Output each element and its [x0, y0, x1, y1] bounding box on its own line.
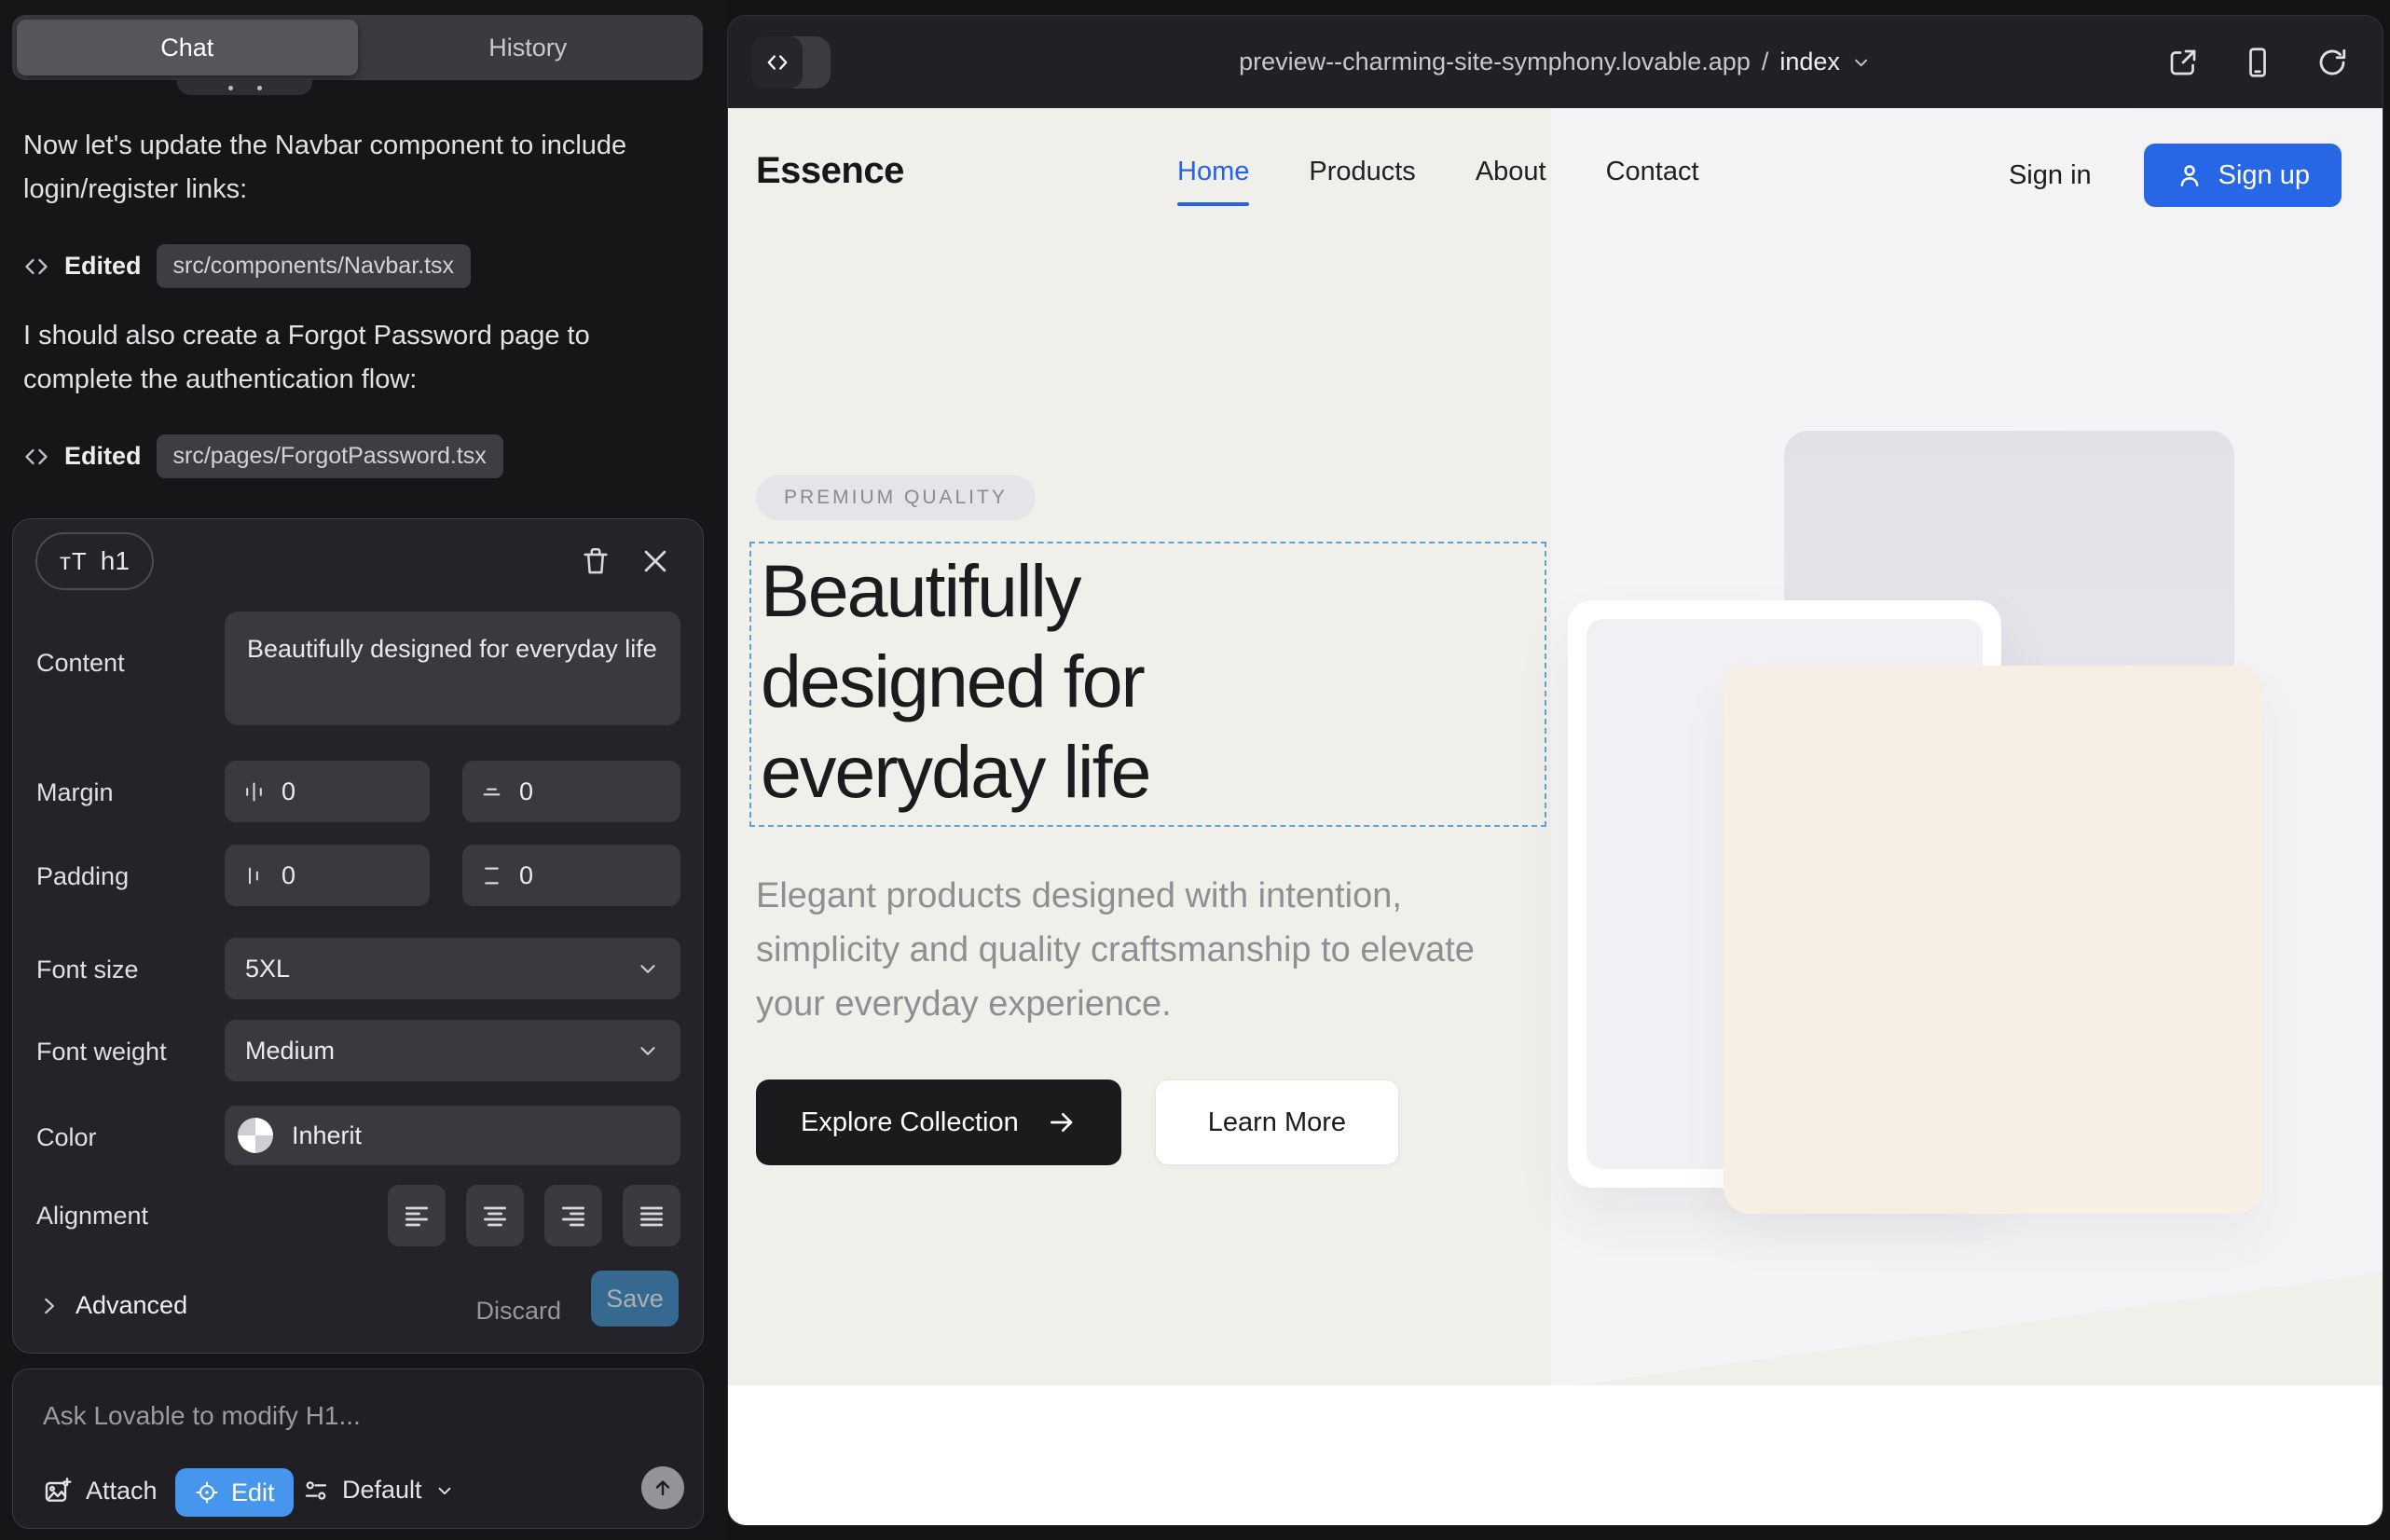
- target-icon: [194, 1479, 220, 1506]
- code-view-toggle[interactable]: [752, 36, 831, 89]
- code-icon: [23, 254, 49, 280]
- arrow-up-icon: [652, 1477, 674, 1499]
- hero-heading[interactable]: Beautifully designed for everyday life: [761, 545, 1150, 817]
- edit-mode-button[interactable]: Edit: [175, 1468, 294, 1517]
- margin-x-input[interactable]: 0: [225, 761, 430, 822]
- padding-y-icon: [479, 863, 504, 888]
- type-icon: тT: [60, 547, 88, 576]
- align-right-button[interactable]: [544, 1185, 602, 1246]
- chevron-down-icon: [636, 956, 660, 981]
- edited-file-row: Edited src/pages/ForgotPassword.tsx: [23, 434, 503, 478]
- nav-links: Home Products About Contact: [1177, 157, 1699, 206]
- url-breadcrumb[interactable]: preview--charming-site-symphony.lovable.…: [1239, 16, 1872, 108]
- chevron-down-icon: [434, 1480, 455, 1501]
- chevron-down-icon: [636, 1038, 660, 1063]
- nav-link-products[interactable]: Products: [1309, 157, 1415, 206]
- page-name: index: [1779, 48, 1840, 76]
- close-editor-button[interactable]: [639, 545, 673, 579]
- browser-toolbar: preview--charming-site-symphony.lovable.…: [728, 16, 2383, 108]
- color-picker-field[interactable]: Inherit: [225, 1106, 680, 1165]
- tag-name: h1: [101, 546, 130, 576]
- composer-placeholder[interactable]: Ask Lovable to modify H1...: [43, 1401, 361, 1431]
- align-left-button[interactable]: [388, 1185, 446, 1246]
- sign-up-button[interactable]: Sign up: [2144, 144, 2342, 207]
- premium-quality-badge: PREMIUM QUALITY: [756, 475, 1036, 520]
- edited-file-row: Edited src/components/Navbar.tsx: [23, 244, 471, 288]
- arrow-right-icon: [1047, 1107, 1077, 1137]
- user-icon: [2176, 161, 2204, 189]
- hero-image-placeholder-beige: [1724, 666, 2262, 1214]
- nav-auth-actions: Sign in Sign up: [2009, 144, 2342, 207]
- chat-composer[interactable]: Ask Lovable to modify H1... Attach Edit …: [12, 1368, 704, 1529]
- tab-history[interactable]: History: [358, 20, 699, 76]
- selected-element-tag: тT h1: [35, 532, 154, 590]
- attach-image-icon: [43, 1476, 73, 1506]
- edited-label: Edited: [64, 252, 142, 281]
- selected-h1-outline[interactable]: Beautifully designed for everyday life: [749, 542, 1546, 827]
- chevron-right-icon: [36, 1294, 61, 1318]
- save-button[interactable]: Save: [591, 1271, 679, 1327]
- chat-message: Now let's update the Navbar component to…: [23, 124, 666, 212]
- file-chip[interactable]: src/pages/ForgotPassword.tsx: [157, 434, 503, 478]
- decorative-diagonal-shape: [1551, 1262, 2383, 1385]
- nav-link-home[interactable]: Home: [1177, 157, 1249, 206]
- margin-y-input[interactable]: 0: [462, 761, 680, 822]
- mobile-view-button[interactable]: [2241, 46, 2274, 79]
- element-editor-panel: тT h1 Content Beautifully designed for e…: [12, 518, 704, 1354]
- padding-label: Padding: [36, 862, 129, 891]
- url-separator: /: [1762, 48, 1769, 76]
- learn-more-button[interactable]: Learn More: [1155, 1079, 1399, 1165]
- code-icon: [23, 444, 49, 470]
- margin-x-icon: [241, 779, 267, 804]
- align-center-button[interactable]: [466, 1185, 524, 1246]
- chevron-down-icon: [1851, 52, 1872, 73]
- model-default-select[interactable]: Default: [302, 1476, 455, 1505]
- site-navbar: Essence Home Products About Contact Sign…: [728, 108, 2383, 243]
- preview-browser-frame: preview--charming-site-symphony.lovable.…: [727, 15, 2383, 1526]
- explore-collection-button[interactable]: Explore Collection: [756, 1079, 1121, 1165]
- hero-cta-group: Explore Collection Learn More: [756, 1079, 1399, 1165]
- color-swatch: [238, 1118, 273, 1153]
- content-textarea[interactable]: Beautifully designed for everyday life: [225, 612, 680, 725]
- hero-paragraph: Elegant products designed with intention…: [756, 869, 1511, 1031]
- open-external-button[interactable]: [2166, 46, 2200, 79]
- font-size-select[interactable]: 5XL: [225, 938, 680, 999]
- site-logo[interactable]: Essence: [756, 150, 904, 192]
- padding-x-icon: [241, 863, 267, 888]
- code-icon: [752, 36, 803, 89]
- align-justify-button[interactable]: [623, 1185, 680, 1246]
- refresh-button[interactable]: [2315, 46, 2349, 79]
- file-chip[interactable]: src/components/Navbar.tsx: [157, 244, 472, 288]
- sidebar-tabs: Chat History: [12, 15, 703, 80]
- attach-button[interactable]: Attach: [43, 1476, 158, 1506]
- font-size-label: Font size: [36, 956, 139, 984]
- browser-actions: [2166, 16, 2349, 108]
- sliders-icon: [302, 1477, 330, 1505]
- delete-element-button[interactable]: [580, 545, 613, 579]
- send-button[interactable]: [641, 1466, 684, 1509]
- alignment-label: Alignment: [36, 1202, 148, 1231]
- preview-page: Essence Home Products About Contact Sign…: [728, 108, 2383, 1525]
- margin-label: Margin: [36, 778, 114, 807]
- discard-button[interactable]: Discard: [475, 1297, 561, 1326]
- edited-label: Edited: [64, 442, 142, 471]
- nav-link-about[interactable]: About: [1476, 157, 1546, 206]
- padding-x-input[interactable]: 0: [225, 845, 430, 906]
- preview-url: preview--charming-site-symphony.lovable.…: [1239, 48, 1751, 76]
- tab-chat[interactable]: Chat: [17, 20, 358, 76]
- font-weight-label: Font weight: [36, 1038, 167, 1066]
- padding-y-input[interactable]: 0: [462, 845, 680, 906]
- margin-y-icon: [479, 779, 504, 804]
- nav-link-contact[interactable]: Contact: [1606, 157, 1699, 206]
- chat-sidebar: Chat History Now let's update the Navbar…: [0, 0, 727, 1540]
- advanced-toggle[interactable]: Advanced: [36, 1291, 187, 1320]
- sign-in-link[interactable]: Sign in: [2009, 160, 2092, 191]
- content-label: Content: [36, 649, 125, 678]
- chat-message: I should also create a Forgot Password p…: [23, 314, 666, 402]
- color-label: Color: [36, 1123, 97, 1152]
- scrolled-element-edge: [177, 80, 312, 95]
- font-weight-select[interactable]: Medium: [225, 1020, 680, 1081]
- hero-section: Essence Home Products About Contact Sign…: [728, 108, 2383, 1385]
